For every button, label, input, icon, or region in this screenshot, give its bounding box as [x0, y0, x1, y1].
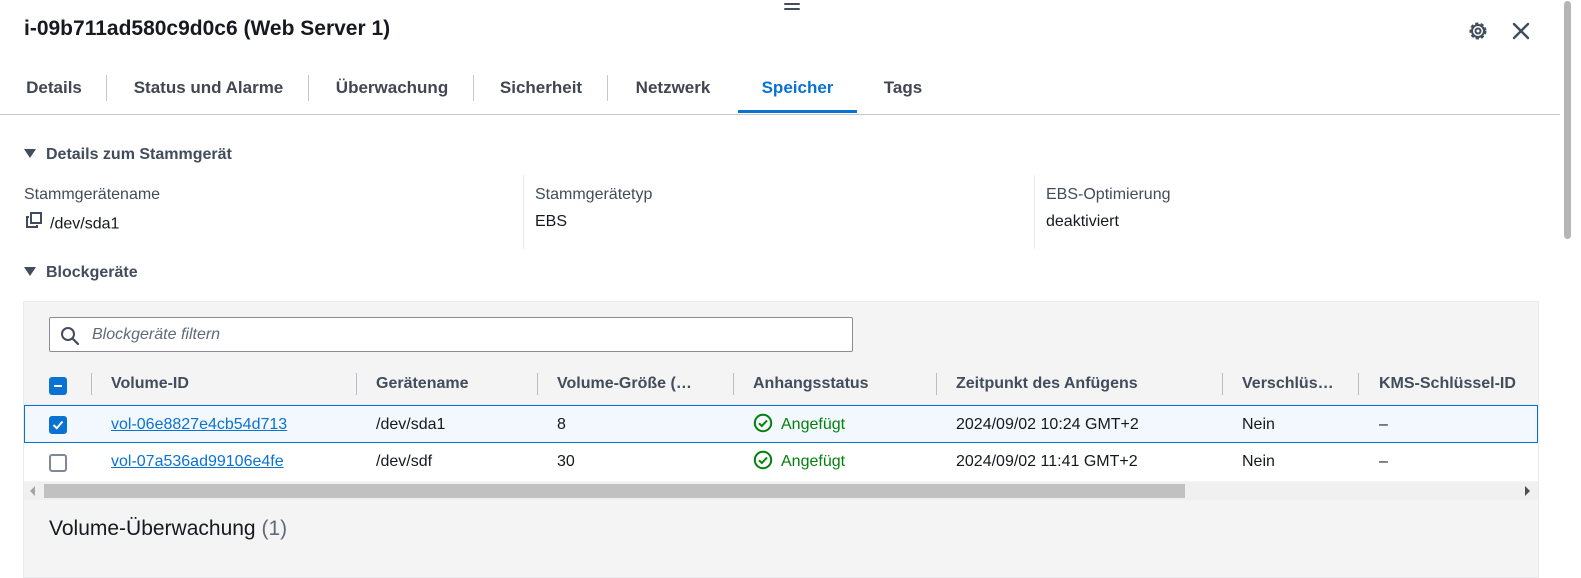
root-device-type-value: EBS [535, 213, 568, 230]
block-devices-container: Volume-ID Gerätename Volume-Größe (… Anh… [23, 301, 1539, 578]
ebs-optimization-value: deaktiviert [1046, 213, 1119, 230]
page-title: i-09b711ad580c9d0c6 (Web Server 1) [24, 17, 391, 40]
volume-size: 8 [557, 416, 566, 433]
volume-id-link[interactable]: vol-06e8827e4cb54d713 [111, 406, 287, 444]
column-attach-time[interactable]: Zeitpunkt des Anfügens [956, 366, 1138, 402]
search-icon [61, 327, 80, 346]
scroll-right-arrow-icon[interactable] [1525, 486, 1530, 496]
root-device-type: Stammgerätetyp EBS [535, 186, 652, 231]
attachment-status: Angefügt [753, 406, 845, 444]
device-name: /dev/sdf [376, 453, 433, 470]
tab-bar: Details Status und Alarme Überwachung Si… [0, 64, 1560, 115]
attachment-status: Angefügt [753, 443, 845, 481]
status-success-icon [753, 413, 773, 432]
tab-monitoring[interactable]: Überwachung [332, 64, 452, 113]
volume-monitoring-heading: Volume-Überwachung (1) [49, 517, 287, 541]
column-encrypted[interactable]: Verschlüs… [1242, 366, 1334, 402]
ebs-optimization-label: EBS-Optimierung [1046, 186, 1171, 203]
table-header: Volume-ID Gerätename Volume-Größe (… Anh… [24, 366, 1538, 405]
column-attachment-status[interactable]: Anhangsstatus [753, 366, 869, 402]
vertical-scrollbar[interactable] [1561, 0, 1581, 570]
tab-security[interactable]: Sicherheit [497, 64, 585, 113]
checkbox-indeterminate-icon [54, 385, 62, 387]
root-device-name-value: /dev/sda1 [50, 215, 120, 233]
device-name: /dev/sda1 [376, 416, 446, 433]
caret-down-icon [24, 267, 36, 277]
row-checkbox[interactable] [49, 454, 67, 472]
drag-handle-icon[interactable] [784, 3, 800, 13]
root-device-name: Stammgerätename /dev/sda1 [24, 186, 160, 236]
tab-details[interactable]: Details [24, 64, 84, 113]
copy-icon[interactable] [24, 211, 44, 234]
volume-monitoring-title: Volume-Überwachung [49, 517, 256, 540]
status-success-icon [753, 450, 773, 469]
block-devices-section-toggle[interactable]: Blockgeräte [24, 264, 138, 282]
block-devices-filter[interactable] [49, 317, 853, 352]
volume-id-link[interactable]: vol-07a536ad99106e4fe [111, 443, 284, 481]
attachment-status-text: Angefügt [781, 453, 846, 470]
column-volume-size[interactable]: Volume-Größe (… [557, 366, 692, 402]
root-device-name-label: Stammgerätename [24, 186, 161, 203]
kms-key-id: – [1379, 453, 1388, 470]
scroll-left-arrow-icon[interactable] [30, 486, 35, 496]
attach-time: 2024/09/02 11:41 GMT+2 [956, 453, 1138, 470]
column-device-name[interactable]: Gerätename [376, 366, 469, 402]
check-icon [52, 420, 64, 430]
table-row[interactable]: vol-06e8827e4cb54d713 /dev/sda1 8 Angefü… [24, 405, 1538, 443]
search-input[interactable] [90, 318, 834, 351]
table-row[interactable]: vol-07a536ad99106e4fe /dev/sdf 30 Angefü… [24, 443, 1538, 481]
block-devices-table: Volume-ID Gerätename Volume-Größe (… Anh… [24, 366, 1538, 481]
tab-status-alarms[interactable]: Status und Alarme [130, 64, 287, 113]
volume-monitoring-count: (1) [261, 517, 288, 540]
horizontal-scrollbar[interactable] [24, 482, 1538, 500]
volume-size: 30 [557, 453, 575, 470]
kms-key-id: – [1379, 416, 1388, 433]
block-devices-section-title: Blockgeräte [46, 264, 138, 281]
scrollbar-thumb[interactable] [1564, 1, 1571, 239]
root-device-section-toggle[interactable]: Details zum Stammgerät [24, 146, 232, 164]
attachment-status-text: Angefügt [781, 416, 846, 433]
encrypted: Nein [1242, 416, 1275, 433]
tab-storage[interactable]: Speicher [738, 64, 857, 113]
tab-network[interactable]: Netzwerk [631, 64, 715, 113]
root-device-type-label: Stammgerätetyp [535, 186, 653, 203]
settings-icon[interactable] [1466, 19, 1490, 43]
scrollbar-thumb[interactable] [44, 484, 1185, 498]
column-kms-key-id[interactable]: KMS-Schlüssel-ID [1379, 366, 1516, 402]
encrypted: Nein [1242, 453, 1275, 470]
column-volume-id[interactable]: Volume-ID [111, 366, 189, 402]
select-all-checkbox[interactable] [49, 377, 67, 395]
close-icon[interactable] [1509, 19, 1533, 43]
row-checkbox[interactable] [49, 416, 67, 434]
root-device-section-title: Details zum Stammgerät [46, 146, 232, 163]
caret-down-icon [24, 149, 36, 159]
attach-time: 2024/09/02 10:24 GMT+2 [956, 416, 1139, 433]
tab-tags[interactable]: Tags [881, 64, 925, 113]
ebs-optimization: EBS-Optimierung deaktiviert [1046, 186, 1171, 231]
